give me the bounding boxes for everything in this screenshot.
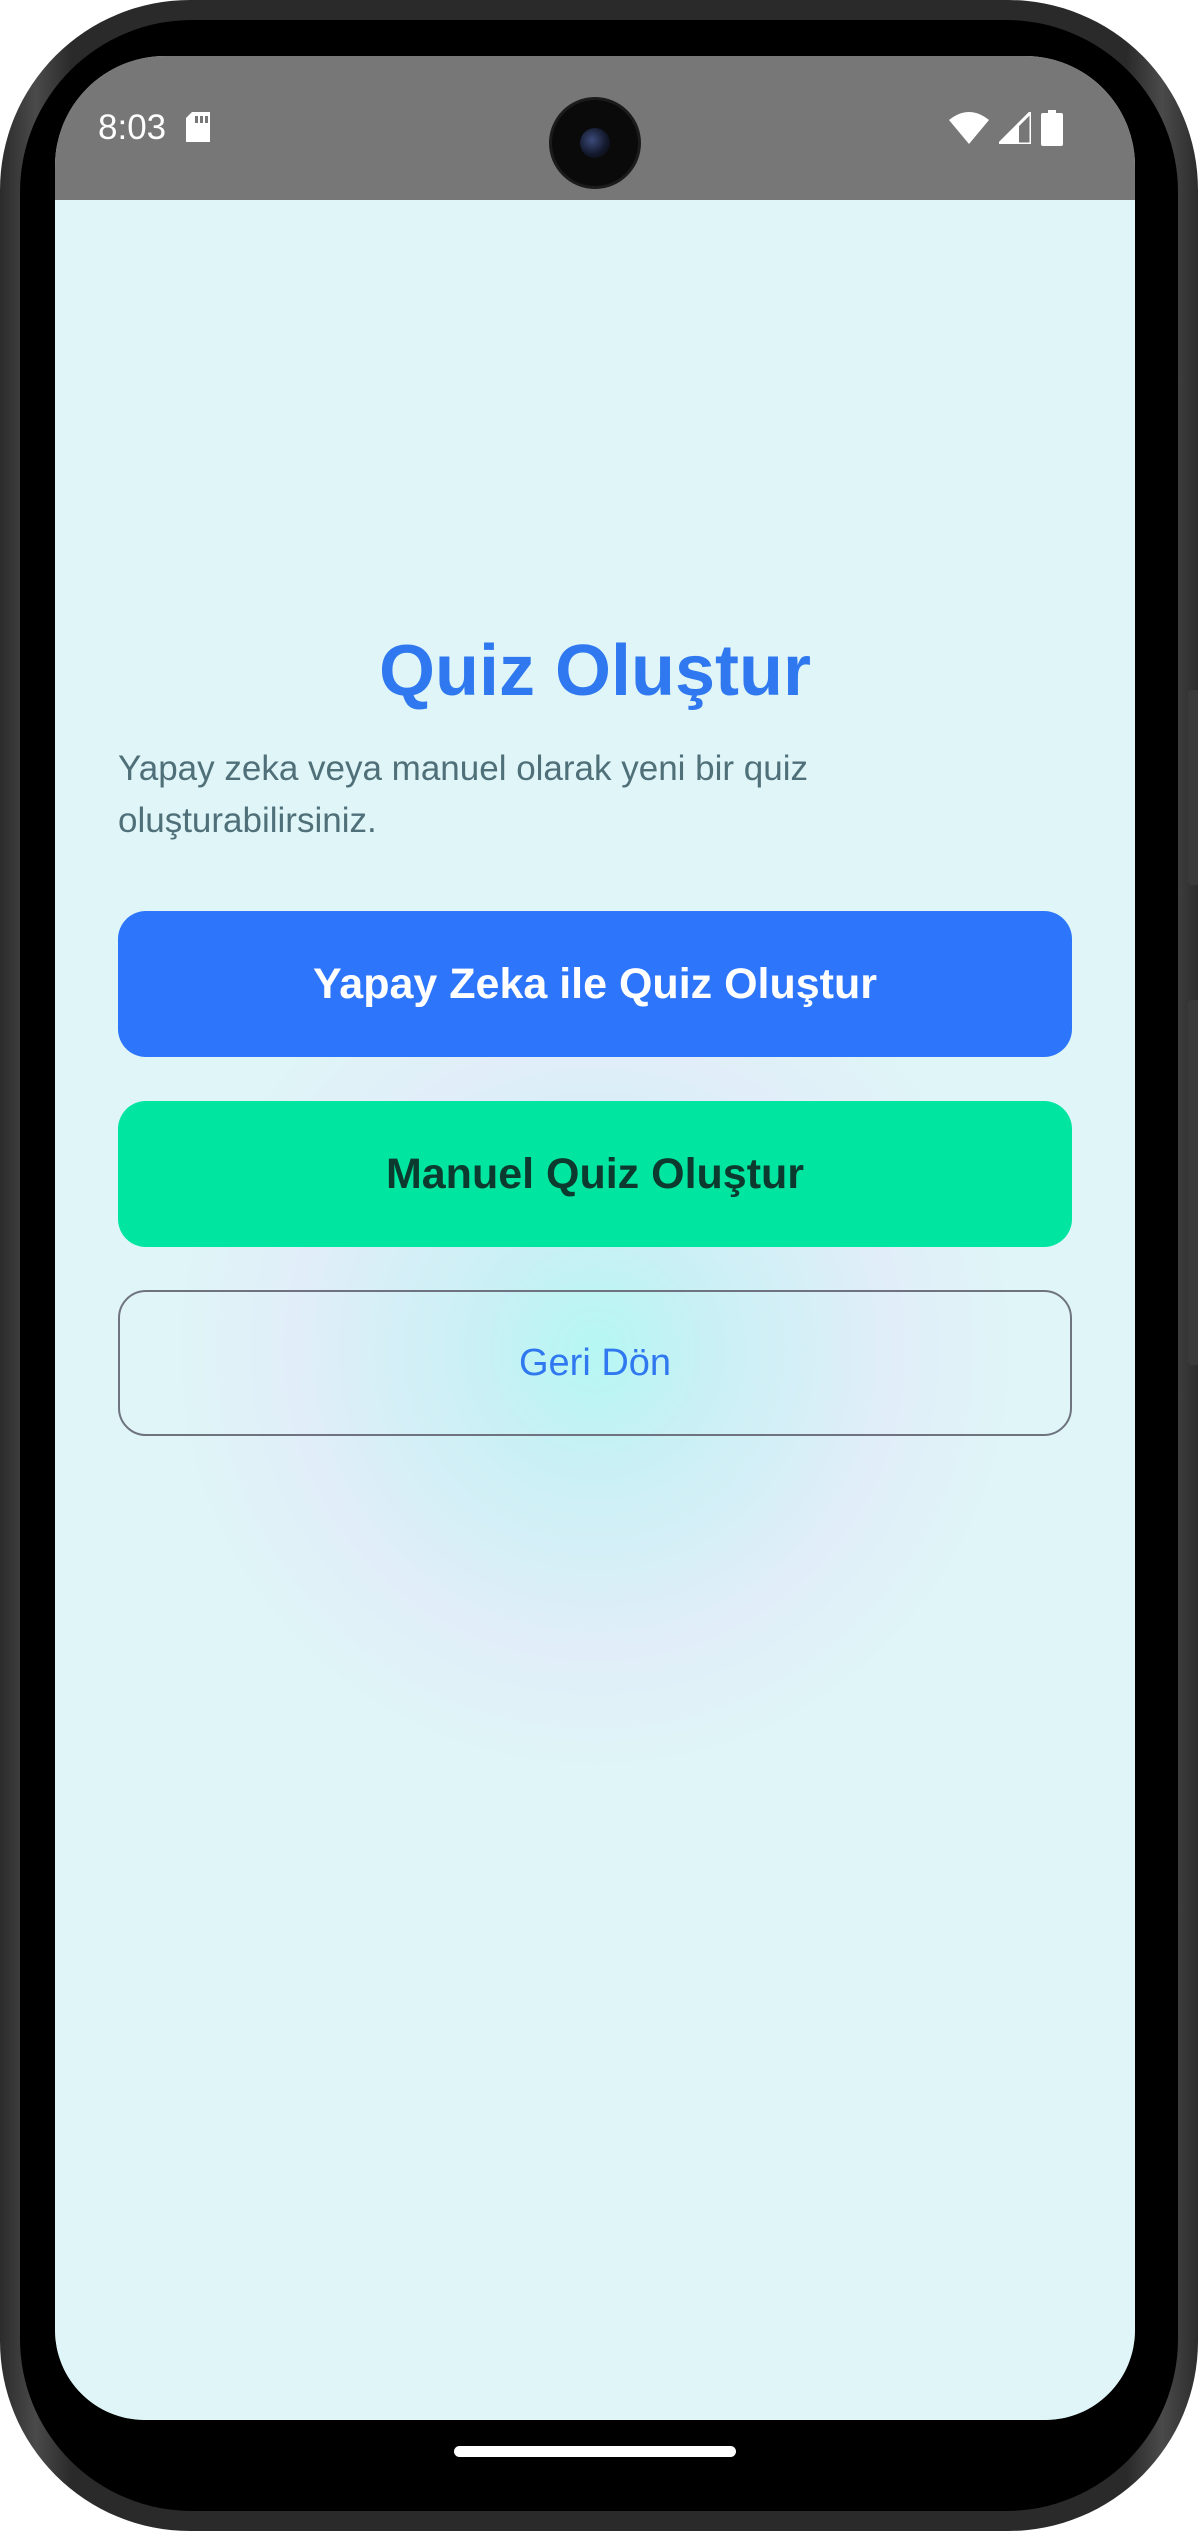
front-camera: [552, 100, 638, 186]
power-button: [1188, 690, 1198, 885]
manual-quiz-button[interactable]: Manuel Quiz Oluştur: [118, 1101, 1072, 1247]
sd-card-icon: [186, 112, 210, 142]
page: Quiz Oluştur Yapay zeka veya manuel olar…: [0, 0, 1198, 2531]
back-button-label: Geri Dön: [518, 1341, 672, 1384]
status-icons: [949, 110, 1063, 146]
back-button[interactable]: Geri Dön: [118, 1290, 1072, 1436]
cellular-signal-icon: [999, 112, 1031, 144]
page-title: Quiz Oluştur: [379, 631, 811, 711]
screen: Quiz Oluştur Yapay zeka veya manuel olar…: [55, 56, 1135, 2420]
ai-quiz-button[interactable]: Yapay Zeka ile Quiz Oluştur: [118, 911, 1072, 1057]
status-time: 8:03: [98, 108, 167, 147]
home-indicator[interactable]: [454, 2446, 736, 2457]
main-content: Quiz Oluştur Yapay zeka veya manuel olar…: [55, 200, 1135, 2420]
battery-icon: [1041, 110, 1063, 146]
manual-quiz-button-label: Manuel Quiz Oluştur: [385, 1149, 805, 1198]
ai-quiz-button-label: Yapay Zeka ile Quiz Oluştur: [313, 959, 877, 1008]
page-subtitle: Yapay zeka veya manuel olarak yeni bir q…: [118, 749, 809, 840]
volume-button: [1188, 1000, 1198, 1365]
wifi-icon: [949, 112, 989, 144]
